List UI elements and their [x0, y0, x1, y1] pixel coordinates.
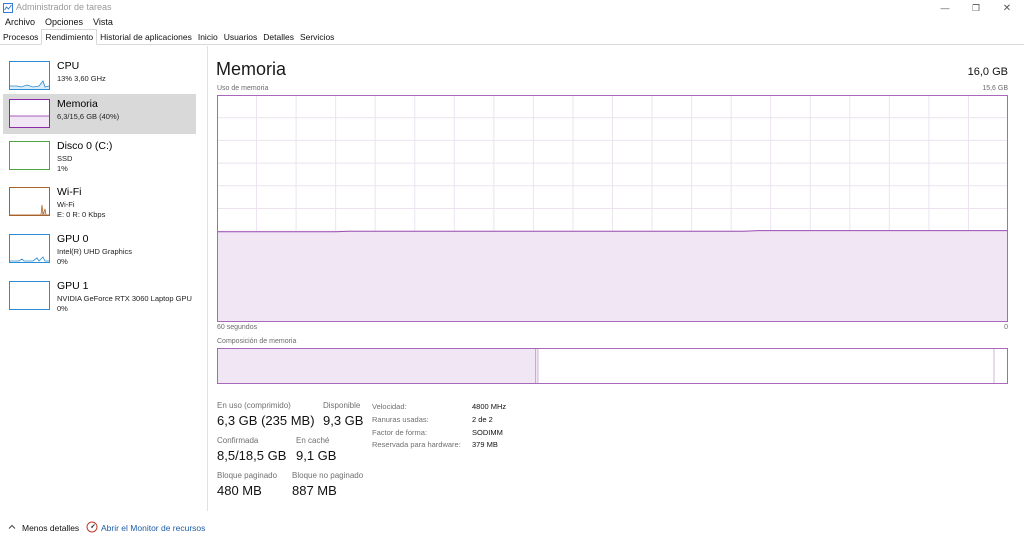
form-factor-label: Factor de forma: [372, 428, 428, 437]
committed-value: 8,5/18,5 GB [217, 448, 287, 463]
available-label: Disponible [323, 401, 361, 410]
menu-opciones[interactable]: Opciones [40, 16, 88, 29]
sidebar-item-wifi[interactable]: Wi-Fi Wi-Fi E: 0 R: 0 Kbps [3, 182, 196, 222]
memory-usage-area [217, 230, 1008, 322]
tab-usuarios[interactable]: Usuarios [221, 30, 261, 44]
open-resource-monitor-link[interactable]: Abrir el Monitor de recursos [101, 523, 205, 533]
sidebar-detail-disco-type: SSD [57, 154, 73, 163]
menu-vista[interactable]: Vista [88, 16, 118, 29]
performance-sidebar: CPU 13% 3,60 GHz Memoria 6,3/15,6 GB (40… [0, 46, 208, 511]
sidebar-detail-gpu1-name: NVIDIA GeForce RTX 3060 Laptop GPU [57, 294, 192, 303]
cached-value: 9,1 GB [296, 448, 337, 463]
sidebar-title-wifi: Wi-Fi [57, 186, 82, 198]
paged-pool-value: 480 MB [217, 483, 262, 498]
disk-thumbnail-graph [9, 141, 50, 170]
sidebar-title-gpu1: GPU 1 [57, 280, 89, 292]
minimize-icon: — [940, 3, 950, 13]
sidebar-detail-gpu1-usage: 0% [57, 304, 68, 313]
sidebar-detail-memoria: 6,3/15,6 GB (40%) [57, 112, 120, 121]
available-value: 9,3 GB [323, 413, 364, 428]
committed-label: Confirmada [217, 436, 259, 445]
tab-inicio[interactable]: Inicio [195, 30, 221, 44]
close-button[interactable]: ✕ [992, 0, 1022, 16]
sidebar-item-disco[interactable]: Disco 0 (C:) SSD 1% [3, 136, 196, 176]
fewer-details-button[interactable]: Menos detalles [22, 523, 79, 533]
window-title: Administrador de tareas [16, 2, 112, 12]
composition-in-use [218, 349, 536, 383]
time-axis-start: 60 segundos [217, 324, 258, 331]
page-title: Memoria [216, 59, 287, 79]
menu-archivo[interactable]: Archivo [0, 16, 40, 29]
nonpaged-pool-value: 887 MB [292, 483, 337, 498]
chevron-up-icon[interactable] [6, 521, 18, 533]
wifi-thumbnail-graph [9, 187, 50, 216]
close-icon: ✕ [1002, 2, 1012, 14]
hardware-reserved-value: 379 MB [472, 440, 498, 449]
sidebar-item-memoria[interactable]: Memoria 6,3/15,6 GB (40%) [3, 94, 196, 134]
menu-bar: Archivo Opciones Vista [0, 16, 118, 29]
form-factor-value: SODIMM [472, 428, 503, 437]
in-use-value: 6,3 GB (235 MB) [217, 413, 315, 428]
cached-label: En caché [296, 436, 330, 445]
speed-label: Velocidad: [372, 402, 407, 411]
total-memory: 16,0 GB [967, 66, 1008, 78]
tab-rendimiento[interactable]: Rendimiento [41, 29, 98, 45]
sidebar-detail-disco-usage: 1% [57, 164, 68, 173]
slots-value: 2 de 2 [472, 415, 493, 424]
in-use-label: En uso (comprimido) [217, 401, 291, 410]
memory-composition-bar [217, 348, 1008, 384]
memory-thumbnail-graph [9, 99, 50, 128]
gpu0-thumbnail-graph [9, 234, 50, 263]
tab-bar: Procesos Rendimiento Historial de aplica… [0, 29, 1024, 45]
title-bar: Administrador de tareas — ❐ ✕ [0, 0, 1024, 16]
tab-detalles[interactable]: Detalles [260, 30, 297, 44]
paged-pool-label: Bloque paginado [217, 471, 278, 480]
restore-button[interactable]: ❐ [961, 0, 991, 16]
sidebar-detail-cpu: 13% 3,60 GHz [57, 74, 106, 83]
task-manager-icon [3, 3, 13, 13]
nonpaged-pool-label: Bloque no paginado [292, 471, 364, 480]
sidebar-detail-wifi-rate: E: 0 R: 0 Kbps [57, 210, 106, 219]
slots-label: Ranuras usadas: [372, 415, 429, 424]
tab-procesos[interactable]: Procesos [0, 30, 41, 44]
sidebar-item-gpu0[interactable]: GPU 0 Intel(R) UHD Graphics 0% [3, 229, 196, 269]
restore-icon: ❐ [971, 2, 981, 13]
usage-graph-max: 15,6 GB [982, 85, 1008, 92]
sidebar-detail-wifi-name: Wi-Fi [57, 200, 75, 209]
sidebar-item-cpu[interactable]: CPU 13% 3,60 GHz [3, 56, 196, 96]
memory-usage-graph [217, 95, 1008, 322]
sidebar-item-gpu1[interactable]: GPU 1 NVIDIA GeForce RTX 3060 Laptop GPU… [3, 276, 196, 316]
tab-servicios[interactable]: Servicios [297, 30, 337, 44]
time-axis-end: 0 [1004, 324, 1008, 331]
sidebar-title-memoria: Memoria [57, 98, 98, 110]
sidebar-detail-gpu0-name: Intel(R) UHD Graphics [57, 247, 133, 256]
sidebar-title-cpu: CPU [57, 60, 80, 72]
minimize-button[interactable]: — [930, 0, 960, 16]
resource-monitor-icon [86, 521, 98, 533]
speed-value: 4800 MHz [472, 402, 507, 411]
hardware-reserved-label: Reservada para hardware: [372, 440, 461, 449]
sidebar-detail-gpu0-usage: 0% [57, 257, 68, 266]
usage-graph-caption: Uso de memoria [217, 85, 269, 92]
gpu1-thumbnail-graph [9, 281, 50, 310]
sidebar-title-disco: Disco 0 (C:) [57, 140, 113, 152]
composition-caption: Composición de memoria [217, 338, 297, 345]
cpu-thumbnail-graph [9, 61, 50, 90]
tab-historial-aplicaciones[interactable]: Historial de aplicaciones [97, 30, 195, 44]
sidebar-title-gpu0: GPU 0 [57, 233, 89, 245]
